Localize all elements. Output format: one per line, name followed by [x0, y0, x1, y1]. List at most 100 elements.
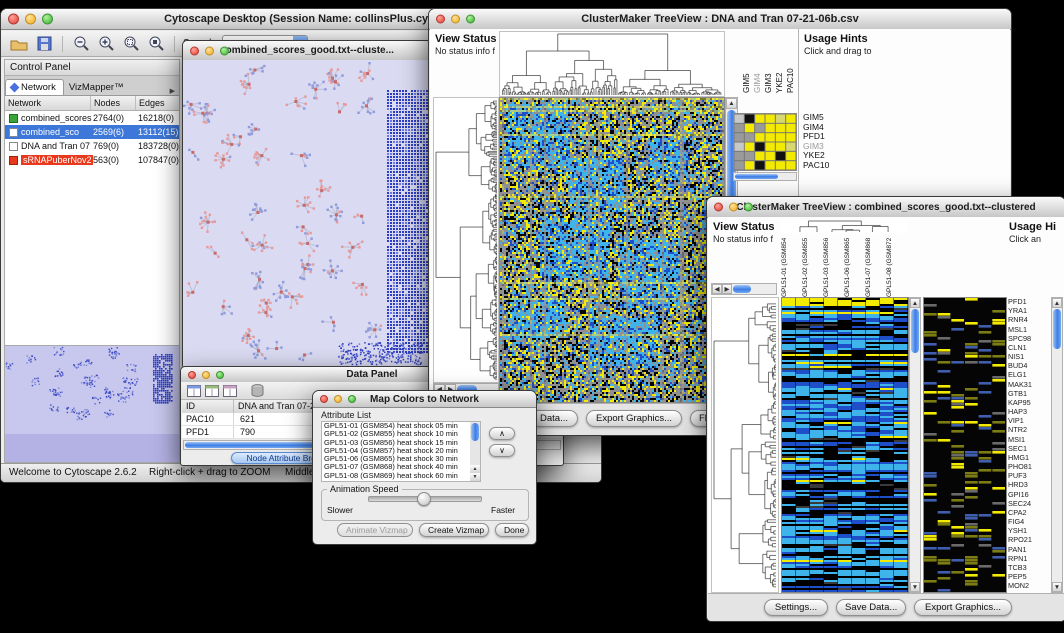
heatmap-vscrollbar[interactable]: ▲ ▼	[909, 297, 921, 593]
zoom-selected-icon[interactable]	[146, 35, 166, 53]
network-graph-canvas[interactable]	[183, 60, 429, 366]
global-overview-heatmap-canvas[interactable]	[733, 113, 797, 171]
scroll-down-icon[interactable]: ▼	[1052, 582, 1062, 592]
col-id[interactable]: ID	[182, 400, 234, 413]
dialog-title-bar[interactable]: Map Colors to Network	[313, 391, 536, 408]
attribute-list-item[interactable]: GPL51-01 (GSM854) heat shock 05 min	[322, 422, 480, 430]
slider-thumb[interactable]	[417, 492, 431, 506]
tab-vizmapper[interactable]: VizMapper™	[64, 80, 131, 95]
scroll-up-icon[interactable]: ▲	[910, 298, 920, 308]
dendrogram-hscrollbar[interactable]: ◀ ▶	[711, 283, 777, 295]
animate-vizmap-button[interactable]: Animate Vizmap	[337, 523, 413, 537]
scroll-left-icon[interactable]: ◀	[712, 284, 722, 294]
open-folder-icon[interactable]	[9, 35, 29, 53]
scroll-up-icon[interactable]: ▲	[1052, 298, 1062, 308]
scroll-up-icon[interactable]: ▲	[726, 98, 737, 109]
treeview-combined-title-bar[interactable]: ClusterMaker TreeView : combined_scores_…	[707, 197, 1064, 218]
tab-network[interactable]: Network	[5, 79, 64, 95]
close-icon[interactable]	[436, 15, 445, 24]
minimize-icon[interactable]	[202, 371, 210, 379]
attribute-list-item[interactable]: GPL51-03 (GSM856) heat shock 15 min	[322, 439, 480, 447]
attribute-list-item[interactable]: GPL51-07 (GSM868) heat shock 40 min	[322, 463, 480, 471]
overview-row-labels: GIM5GIM4PFD1GIM3YKE2PAC10	[803, 113, 849, 171]
save-data-button[interactable]: Data...	[530, 410, 578, 427]
scroll-down-icon[interactable]: ▼	[470, 473, 480, 481]
maximize-icon[interactable]	[216, 371, 224, 379]
maximize-icon[interactable]	[348, 395, 356, 403]
secondary-heatmap-canvas[interactable]	[923, 297, 1007, 593]
save-icon[interactable]	[34, 35, 54, 53]
network-tree-row[interactable]: sRNAPuberNov2563(0)107847(0)	[5, 153, 179, 167]
maximize-icon[interactable]	[744, 203, 753, 212]
list-vscrollbar[interactable]: ▲ ▼	[470, 422, 480, 481]
zoom-out-icon[interactable]	[71, 35, 91, 53]
network-tree-row[interactable]: combined_scores2764(0)16218(0)	[5, 111, 179, 125]
attribute-list-item[interactable]: GPL51-02 (GSM855) heat shock 10 min	[322, 430, 480, 438]
scroll-down-icon[interactable]: ▼	[910, 582, 920, 592]
attribute-list-item[interactable]: GPL51-04 (GSM857) heat shock 20 min	[322, 447, 480, 455]
scroll-up-icon[interactable]: ▲	[470, 465, 480, 473]
export-graphics-button[interactable]: Export Graphics...	[586, 410, 682, 427]
minimize-icon[interactable]	[451, 15, 460, 24]
minimize-icon[interactable]	[729, 203, 738, 212]
birdseye-view-canvas[interactable]	[5, 345, 179, 462]
gene-row-labels: PFD1YRA1RNR4MSL1SPC98CLN1NIS1BUD4ELG1MAK…	[1008, 297, 1050, 591]
gene-label: RPN1	[1008, 554, 1050, 563]
overview-hscrollbar[interactable]	[733, 172, 797, 181]
minimize-icon[interactable]	[25, 14, 36, 25]
done-button[interactable]: Done	[495, 523, 529, 537]
scrollbar-thumb[interactable]	[733, 285, 751, 293]
minimize-icon[interactable]	[334, 395, 342, 403]
close-icon[interactable]	[190, 46, 199, 55]
move-down-button[interactable]: ∨	[489, 444, 515, 457]
close-icon[interactable]	[188, 371, 196, 379]
scroll-right-icon[interactable]: ▶	[722, 284, 732, 294]
network-tree-row[interactable]: DNA and Tran 07769(0)183728(0)	[5, 139, 179, 153]
save-data-button[interactable]: Save Data...	[836, 599, 906, 616]
gene-label: MSL1	[1008, 325, 1050, 334]
close-icon[interactable]	[320, 395, 328, 403]
col-edges[interactable]: Edges	[136, 96, 179, 110]
close-icon[interactable]	[714, 203, 723, 212]
tab-overflow-icon[interactable]: ▶	[166, 87, 179, 95]
minimize-icon[interactable]	[205, 46, 214, 55]
heatmap-canvas[interactable]	[781, 297, 909, 593]
zoom-in-icon[interactable]	[96, 35, 116, 53]
maximize-icon[interactable]	[220, 46, 229, 55]
move-up-button[interactable]: ∧	[489, 427, 515, 440]
scrollbar-thumb[interactable]	[1053, 309, 1061, 349]
labels-vscrollbar[interactable]: ▲ ▼	[1051, 297, 1063, 593]
network-view-title-bar[interactable]: combined_scores_good.txt--cluste...	[183, 41, 431, 61]
network-doc-icon	[9, 128, 18, 137]
table-icon[interactable]	[223, 385, 237, 397]
usage-hints-title: Usage Hints	[804, 33, 868, 45]
row-dendrogram-canvas[interactable]	[433, 97, 499, 383]
export-graphics-button[interactable]: Export Graphics...	[914, 599, 1012, 616]
attribute-list[interactable]: GPL51-01 (GSM854) heat shock 05 minGPL51…	[321, 421, 481, 482]
treeview-dna-title-bar[interactable]: ClusterMaker TreeView : DNA and Tran 07-…	[429, 9, 1011, 30]
column-dendrogram-canvas[interactable]	[499, 31, 725, 97]
settings-button[interactable]: Settings...	[764, 599, 828, 616]
scrollbar-thumb[interactable]	[735, 174, 778, 179]
zoom-fit-icon[interactable]	[121, 35, 141, 53]
maximize-icon[interactable]	[42, 14, 53, 25]
col-network[interactable]: Network	[5, 96, 91, 110]
attribute-list-item[interactable]: GPL51-08 (GSM869) heat shock 60 min	[322, 472, 480, 480]
gene-label: SEC24	[1008, 499, 1050, 508]
database-icon[interactable]	[251, 384, 264, 397]
scrollbar-thumb[interactable]	[911, 309, 919, 353]
table-icon[interactable]	[205, 385, 219, 397]
maximize-icon[interactable]	[466, 15, 475, 24]
gene-label: NTR2	[1008, 425, 1050, 434]
heatmap-canvas[interactable]	[499, 97, 725, 403]
create-vizmap-button[interactable]: Create Vizmap	[419, 523, 489, 537]
scrollbar-thumb[interactable]	[471, 423, 479, 441]
column-dendrogram-canvas[interactable]	[781, 219, 907, 233]
close-icon[interactable]	[8, 14, 19, 25]
row-dendrogram-canvas[interactable]	[711, 297, 779, 593]
col-nodes[interactable]: Nodes	[91, 96, 136, 110]
network-tree-row[interactable]: combined_sco2569(6)13112(15)	[5, 125, 179, 139]
attribute-list-item[interactable]: GPL51-06 (GSM865) heat shock 30 min	[322, 455, 480, 463]
table-icon[interactable]	[187, 385, 201, 397]
gene-label: KAP95	[1008, 398, 1050, 407]
